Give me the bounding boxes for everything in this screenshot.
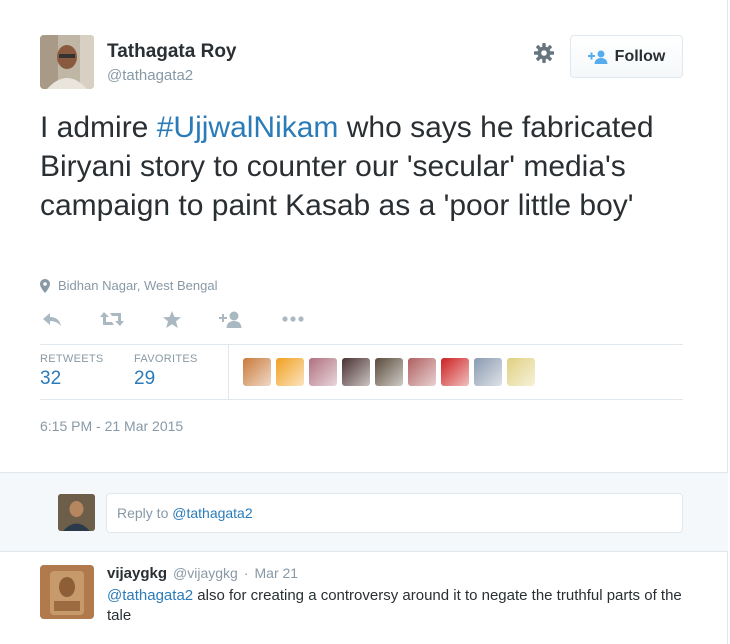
location-pin-icon bbox=[40, 278, 50, 293]
tweet-card: Tathagata Roy @tathagata2 Follow I admir… bbox=[0, 0, 728, 644]
retweets-stat[interactable]: RETWEETS 32 bbox=[40, 353, 104, 390]
retweet-icon[interactable] bbox=[100, 308, 124, 330]
author-avatar[interactable] bbox=[40, 35, 94, 89]
hashtag-link[interactable]: #UjjwalNikam bbox=[157, 111, 339, 144]
tweet-text-part1: I admire bbox=[40, 111, 157, 144]
tweet-timestamp[interactable]: 6:15 PM - 21 Mar 2015 bbox=[40, 418, 183, 434]
tweet-actions bbox=[40, 308, 340, 330]
favoriter-avatar[interactable] bbox=[342, 358, 370, 386]
favoriter-avatar[interactable] bbox=[507, 358, 535, 386]
reply-separator: · bbox=[243, 565, 249, 581]
reply-text-body: also for creating a controversy around i… bbox=[107, 587, 682, 624]
reply-input[interactable]: Reply to @tathagata2 bbox=[106, 493, 683, 533]
follow-user-icon[interactable] bbox=[219, 308, 243, 330]
favoriter-avatar[interactable] bbox=[309, 358, 337, 386]
reply-author-avatar[interactable] bbox=[40, 565, 94, 619]
favoriter-avatar[interactable] bbox=[243, 358, 271, 386]
stats-divider bbox=[228, 345, 229, 399]
reply-date[interactable]: Mar 21 bbox=[255, 565, 299, 581]
reply-text-mention[interactable]: @tathagata2 bbox=[107, 587, 193, 604]
follow-button[interactable]: Follow bbox=[570, 35, 683, 78]
favorites-label: FAVORITES bbox=[134, 353, 198, 365]
favoriter-avatar[interactable] bbox=[375, 358, 403, 386]
favorites-stat[interactable]: FAVORITES 29 bbox=[134, 353, 198, 390]
favorites-count: 29 bbox=[134, 368, 156, 389]
retweets-label: RETWEETS bbox=[40, 353, 104, 365]
author-name[interactable]: Tathagata Roy bbox=[107, 41, 237, 63]
reply-prefix: Reply to bbox=[117, 505, 173, 521]
retweets-count: 32 bbox=[40, 368, 62, 389]
follow-label: Follow bbox=[614, 47, 666, 65]
favoriter-avatar[interactable] bbox=[408, 358, 436, 386]
favoriter-avatar[interactable] bbox=[276, 358, 304, 386]
reply-author-name[interactable]: vijaygkg bbox=[107, 565, 167, 582]
current-user-avatar bbox=[58, 494, 95, 531]
reply-header: vijaygkg @vijaygkg · Mar 21 bbox=[107, 565, 298, 582]
reply-author-handle[interactable]: @vijaygkg bbox=[173, 565, 238, 581]
reply-icon[interactable] bbox=[42, 308, 62, 330]
tweet-text: I admire #UjjwalNikam who says he fabric… bbox=[40, 108, 690, 225]
reply-text: @tathagata2 also for creating a controve… bbox=[107, 586, 687, 626]
tweet-stats: RETWEETS 32 FAVORITES 29 bbox=[40, 345, 683, 399]
tweet-location[interactable]: Bidhan Nagar, West Bengal bbox=[40, 278, 217, 293]
reply-mention: @tathagata2 bbox=[172, 505, 253, 521]
favoriters-avatars bbox=[243, 358, 535, 386]
divider bbox=[40, 399, 683, 400]
reply-tweet: vijaygkg @vijaygkg · Mar 21 @tathagata2 … bbox=[0, 553, 728, 644]
more-icon[interactable] bbox=[282, 308, 304, 330]
favorite-icon[interactable] bbox=[163, 308, 181, 330]
favoriter-avatar[interactable] bbox=[441, 358, 469, 386]
gear-icon[interactable] bbox=[533, 42, 555, 64]
favoriter-avatar[interactable] bbox=[474, 358, 502, 386]
location-text: Bidhan Nagar, West Bengal bbox=[58, 278, 218, 293]
author-handle[interactable]: @tathagata2 bbox=[107, 67, 193, 84]
reply-area: Reply to @tathagata2 bbox=[0, 472, 728, 552]
add-user-icon bbox=[587, 50, 608, 64]
